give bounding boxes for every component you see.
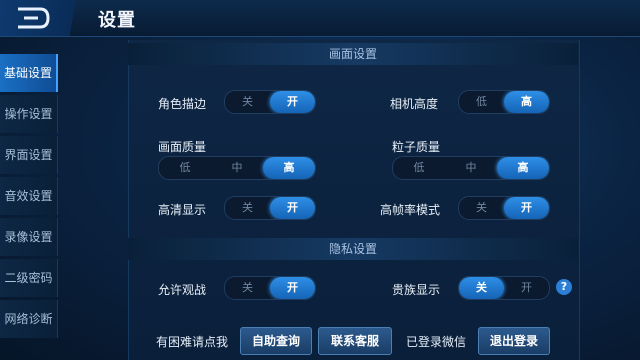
- sidebar-item-replay[interactable]: 录像设置: [0, 218, 58, 256]
- bottom-bar: 有困难请点我 自助查询 联系客服 已登录微信 退出登录: [128, 322, 578, 360]
- image-quality-high[interactable]: 高: [263, 157, 315, 179]
- noble-display-off[interactable]: 关: [459, 277, 504, 299]
- back-arrow-icon: [18, 7, 50, 29]
- logout-button[interactable]: 退出登录: [478, 327, 550, 355]
- hd-display-on[interactable]: 开: [270, 197, 315, 219]
- camera-height-high[interactable]: 高: [504, 91, 549, 113]
- sidebar-item-secondary-password[interactable]: 二级密码: [0, 259, 58, 297]
- allow-spectate-off[interactable]: 关: [225, 277, 270, 299]
- help-icon[interactable]: ?: [556, 279, 572, 295]
- hd-display-off[interactable]: 关: [225, 197, 270, 219]
- particle-quality-label: 粒子质量: [392, 140, 441, 154]
- page-title: 设置: [98, 10, 136, 31]
- image-quality-medium[interactable]: 中: [211, 157, 263, 179]
- role-outline-label: 角色描边: [158, 97, 207, 111]
- allow-spectate-label: 允许观战: [158, 283, 207, 297]
- sidebar-item-network[interactable]: 网络诊断: [0, 300, 58, 338]
- hd-display-toggle[interactable]: 关 开: [224, 196, 316, 220]
- self-service-button[interactable]: 自助查询: [240, 327, 312, 355]
- back-button[interactable]: [0, 0, 88, 36]
- role-outline-on[interactable]: 开: [270, 91, 315, 113]
- section-graphics-title: 画面设置: [128, 43, 578, 65]
- allow-spectate-on[interactable]: 开: [270, 277, 315, 299]
- camera-height-toggle[interactable]: 低 高: [458, 90, 550, 114]
- login-status: 已登录微信: [406, 335, 467, 349]
- sidebar-item-controls[interactable]: 操作设置: [0, 95, 58, 133]
- sidebar-item-basic[interactable]: 基础设置: [0, 54, 58, 92]
- particle-quality-low[interactable]: 低: [393, 157, 445, 179]
- image-quality-low[interactable]: 低: [159, 157, 211, 179]
- image-quality-label: 画面质量: [158, 140, 207, 154]
- high-fps-toggle[interactable]: 关 开: [458, 196, 550, 220]
- top-bar: 设置: [0, 0, 640, 37]
- contact-support-button[interactable]: 联系客服: [318, 327, 392, 355]
- sidebar: 基础设置 操作设置 界面设置 音效设置 录像设置 二级密码 网络诊断: [0, 54, 58, 341]
- role-outline-toggle[interactable]: 关 开: [224, 90, 316, 114]
- high-fps-on[interactable]: 开: [504, 197, 549, 219]
- camera-height-low[interactable]: 低: [459, 91, 504, 113]
- help-text: 有困难请点我: [156, 335, 229, 349]
- high-fps-label: 高帧率模式: [380, 203, 441, 217]
- role-outline-off[interactable]: 关: [225, 91, 270, 113]
- noble-display-on[interactable]: 开: [504, 277, 549, 299]
- camera-height-label: 相机高度: [390, 97, 439, 111]
- particle-quality-toggle[interactable]: 低 中 高: [392, 156, 550, 180]
- allow-spectate-toggle[interactable]: 关 开: [224, 276, 316, 300]
- hd-display-label: 高清显示: [158, 203, 207, 217]
- noble-display-label: 贵族显示: [392, 283, 441, 297]
- sidebar-item-interface[interactable]: 界面设置: [0, 136, 58, 174]
- section-privacy-title: 隐私设置: [128, 238, 578, 260]
- noble-display-toggle[interactable]: 关 开: [458, 276, 550, 300]
- sidebar-item-audio[interactable]: 音效设置: [0, 177, 58, 215]
- image-quality-toggle[interactable]: 低 中 高: [158, 156, 316, 180]
- particle-quality-high[interactable]: 高: [497, 157, 549, 179]
- particle-quality-medium[interactable]: 中: [445, 157, 497, 179]
- high-fps-off[interactable]: 关: [459, 197, 504, 219]
